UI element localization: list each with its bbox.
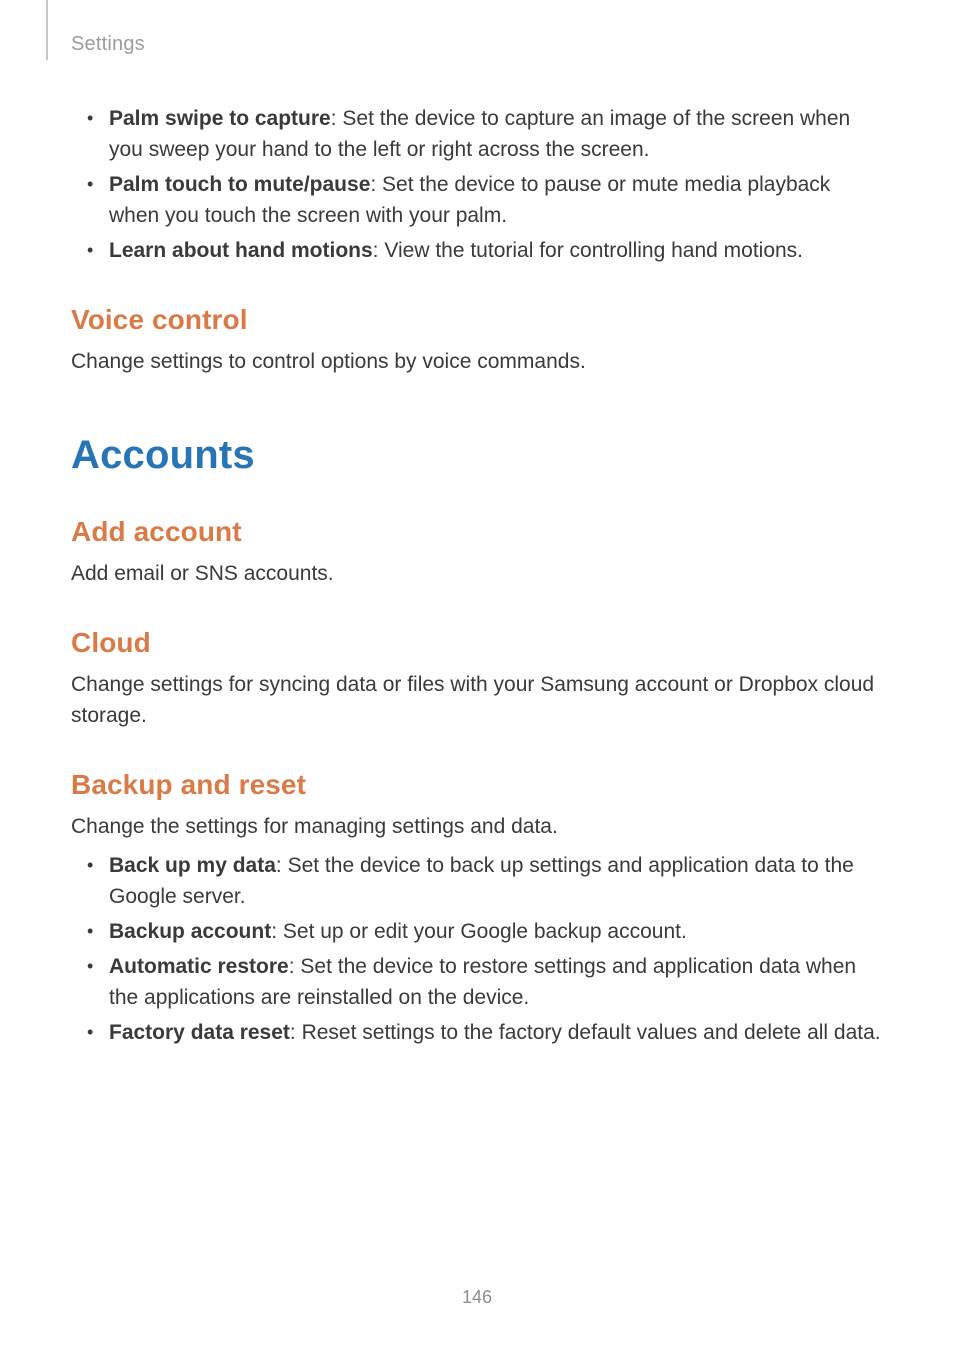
bullet-term: Palm touch to mute/pause bbox=[109, 173, 370, 196]
bullet-text: : View the tutorial for controlling hand… bbox=[373, 239, 803, 262]
body-text: Change settings for syncing data or file… bbox=[71, 669, 883, 731]
list-item: Back up my data: Set the device to back … bbox=[87, 850, 883, 912]
list-item: Palm swipe to capture: Set the device to… bbox=[87, 103, 883, 165]
content-area: Palm swipe to capture: Set the device to… bbox=[71, 103, 883, 1052]
bullet-term: Learn about hand motions bbox=[109, 239, 373, 262]
top-bullet-list: Palm swipe to capture: Set the device to… bbox=[87, 103, 883, 266]
list-item: Factory data reset: Reset settings to th… bbox=[87, 1017, 883, 1048]
heading-voice-control: Voice control bbox=[71, 304, 883, 336]
list-item: Palm touch to mute/pause: Set the device… bbox=[87, 169, 883, 231]
body-text: Change settings to control options by vo… bbox=[71, 346, 883, 377]
bullet-text: : Reset settings to the factory default … bbox=[290, 1021, 881, 1044]
breadcrumb: Settings bbox=[71, 33, 145, 56]
page: Settings Palm swipe to capture: Set the … bbox=[0, 0, 954, 1350]
bullet-term: Back up my data bbox=[109, 854, 276, 877]
heading-cloud: Cloud bbox=[71, 627, 883, 659]
list-item: Automatic restore: Set the device to res… bbox=[87, 951, 883, 1013]
bullet-term: Factory data reset bbox=[109, 1021, 290, 1044]
bullet-text: : Set up or edit your Google backup acco… bbox=[271, 920, 687, 943]
page-number: 146 bbox=[0, 1287, 954, 1308]
list-item: Learn about hand motions: View the tutor… bbox=[87, 235, 883, 266]
bullet-term: Palm swipe to capture bbox=[109, 107, 331, 130]
list-item: Backup account: Set up or edit your Goog… bbox=[87, 916, 883, 947]
body-text: Add email or SNS accounts. bbox=[71, 558, 883, 589]
bullet-term: Backup account bbox=[109, 920, 271, 943]
body-text: Change the settings for managing setting… bbox=[71, 811, 883, 842]
heading-accounts: Accounts bbox=[71, 433, 883, 478]
heading-add-account: Add account bbox=[71, 516, 883, 548]
backup-bullet-list: Back up my data: Set the device to back … bbox=[87, 850, 883, 1048]
header-rule bbox=[46, 0, 48, 60]
heading-backup-reset: Backup and reset bbox=[71, 769, 883, 801]
bullet-term: Automatic restore bbox=[109, 955, 289, 978]
